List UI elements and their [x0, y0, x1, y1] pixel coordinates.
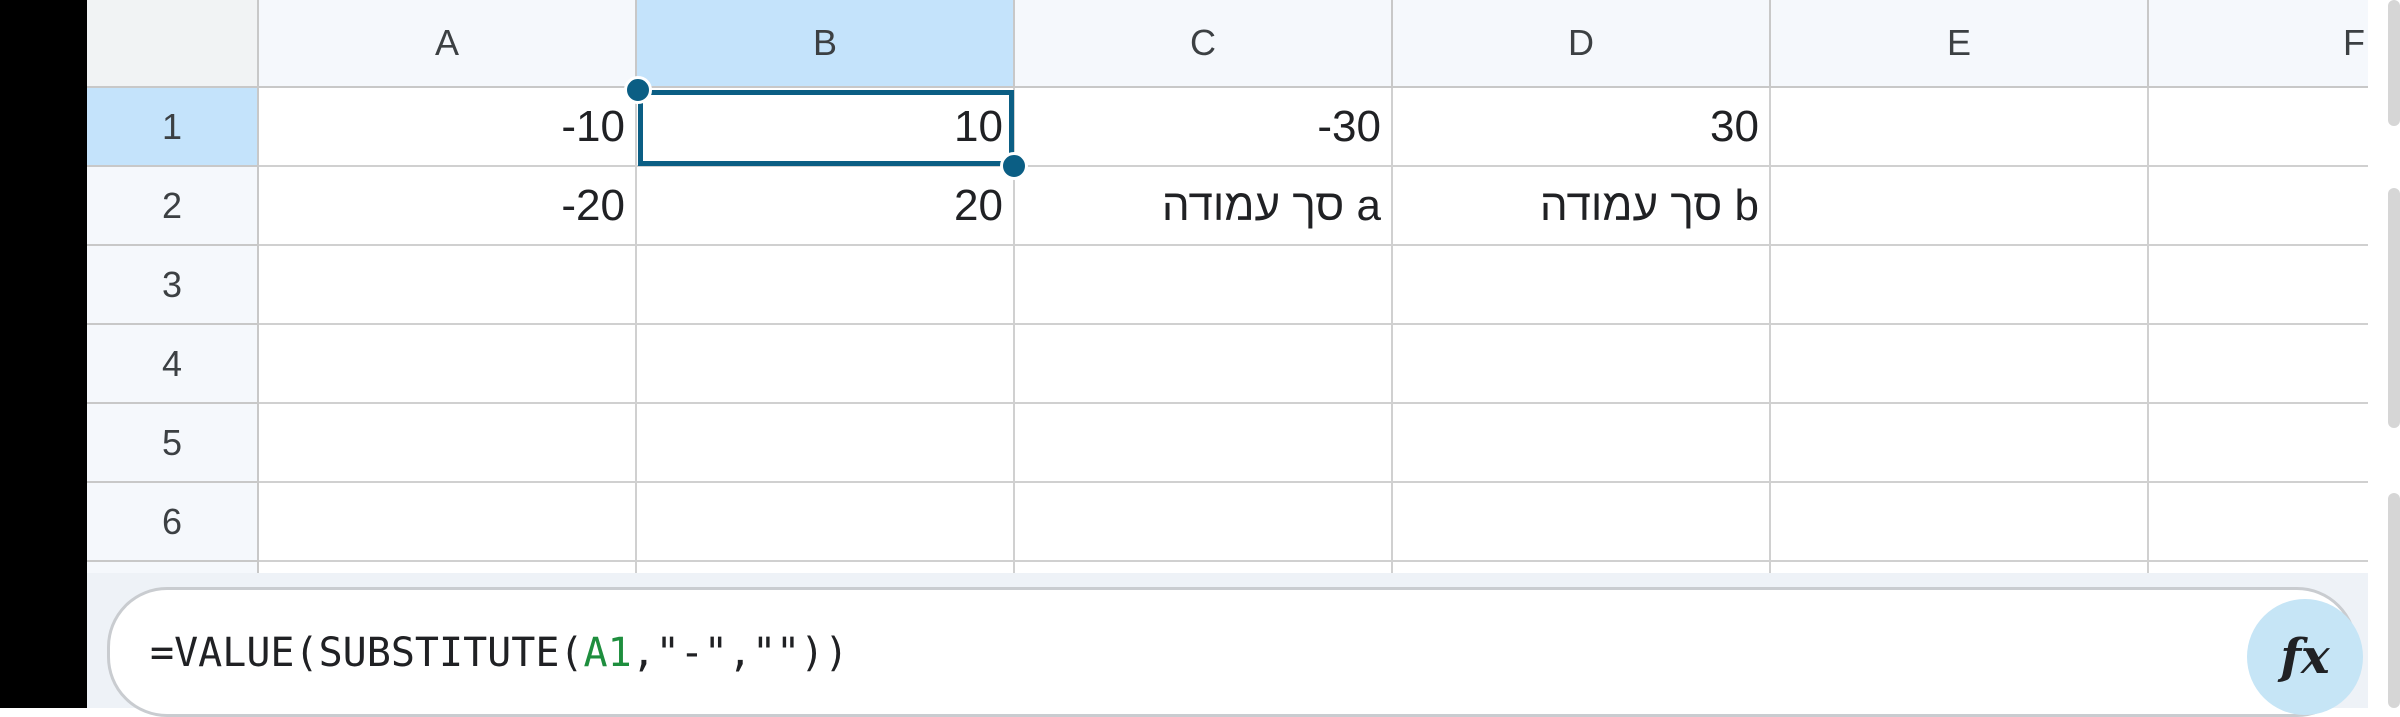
selection-end-handle[interactable] [1000, 152, 1028, 180]
cell-d2[interactable]: סך עמודה b [1393, 167, 1771, 246]
formula-cell-reference: A1 [583, 630, 632, 676]
column-header-e[interactable]: E [1771, 0, 2149, 88]
cell-b2[interactable]: 20 [637, 167, 1015, 246]
cell-f6[interactable] [2149, 483, 2368, 562]
cell-c5[interactable] [1015, 404, 1393, 483]
fx-icon: fx [2280, 629, 2330, 685]
formula-area: =VALUE(SUBSTITUTE(A1,"-","")) fx [87, 573, 2368, 717]
cell-d3[interactable] [1393, 246, 1771, 325]
cell-f3[interactable] [2149, 246, 2368, 325]
formula-input[interactable]: =VALUE(SUBSTITUTE(A1,"-","")) fx [107, 587, 2363, 717]
cell-a1[interactable]: -10 [259, 88, 637, 167]
vertical-scrollbar-segment[interactable] [2388, 188, 2400, 428]
row-header-1[interactable]: 1 [87, 88, 259, 167]
row-header-3[interactable]: 3 [87, 246, 259, 325]
vertical-scrollbar-segment-lower[interactable] [2388, 493, 2400, 708]
cell-b7[interactable] [637, 562, 1015, 573]
selection-start-handle[interactable] [624, 76, 652, 104]
vertical-scrollbar-thumb[interactable] [2388, 0, 2400, 126]
cell-b3[interactable] [637, 246, 1015, 325]
cell-e4[interactable] [1771, 325, 2149, 404]
row-header-5[interactable]: 5 [87, 404, 259, 483]
cell-d5[interactable] [1393, 404, 1771, 483]
formula-text[interactable]: =VALUE(SUBSTITUTE(A1,"-","")) [150, 630, 848, 676]
cell-a5[interactable] [259, 404, 637, 483]
cell-d1[interactable]: 30 [1393, 88, 1771, 167]
column-header-c[interactable]: C [1015, 0, 1393, 88]
row-header-4[interactable]: 4 [87, 325, 259, 404]
select-all-corner[interactable] [87, 0, 259, 88]
vertical-scrollbar-track[interactable] [2368, 0, 2400, 708]
cell-f4[interactable] [2149, 325, 2368, 404]
cell-a7[interactable] [259, 562, 637, 573]
column-header-d[interactable]: D [1393, 0, 1771, 88]
row-header-6[interactable]: 6 [87, 483, 259, 562]
cell-a4[interactable] [259, 325, 637, 404]
cell-f5[interactable] [2149, 404, 2368, 483]
cell-c4[interactable] [1015, 325, 1393, 404]
formula-text-part1: =VALUE(SUBSTITUTE( [150, 630, 584, 676]
cell-c1[interactable]: -30 [1015, 88, 1393, 167]
cell-f7[interactable] [2149, 562, 2368, 573]
cell-f1[interactable] [2149, 88, 2368, 167]
cell-a2[interactable]: -20 [259, 167, 637, 246]
cell-c7[interactable] [1015, 562, 1393, 573]
formula-text-part2: ,"-","")) [631, 630, 849, 676]
cell-d7[interactable] [1393, 562, 1771, 573]
column-header-b[interactable]: B [637, 0, 1015, 88]
cell-f2[interactable] [2149, 167, 2368, 246]
cell-e2[interactable] [1771, 167, 2149, 246]
fx-button[interactable]: fx [2247, 599, 2363, 715]
cell-b1[interactable]: 10 [637, 88, 1015, 167]
column-header-a[interactable]: A [259, 0, 637, 88]
row-header-2[interactable]: 2 [87, 167, 259, 246]
cell-e5[interactable] [1771, 404, 2149, 483]
cell-c6[interactable] [1015, 483, 1393, 562]
spreadsheet-grid[interactable]: A B C D E F 1 2 3 4 5 6 -10 10 -30 30 -2… [87, 0, 2368, 573]
column-header-f[interactable]: F [2149, 0, 2368, 88]
row-header-7[interactable] [87, 562, 259, 573]
cell-e6[interactable] [1771, 483, 2149, 562]
cell-b6[interactable] [637, 483, 1015, 562]
cell-e3[interactable] [1771, 246, 2149, 325]
left-black-bar [0, 0, 87, 708]
cell-d6[interactable] [1393, 483, 1771, 562]
cell-a3[interactable] [259, 246, 637, 325]
cell-b4[interactable] [637, 325, 1015, 404]
cell-d4[interactable] [1393, 325, 1771, 404]
cell-e1[interactable] [1771, 88, 2149, 167]
cell-a6[interactable] [259, 483, 637, 562]
cell-b5[interactable] [637, 404, 1015, 483]
cell-e7[interactable] [1771, 562, 2149, 573]
cell-c2[interactable]: סך עמודה a [1015, 167, 1393, 246]
cell-c3[interactable] [1015, 246, 1393, 325]
